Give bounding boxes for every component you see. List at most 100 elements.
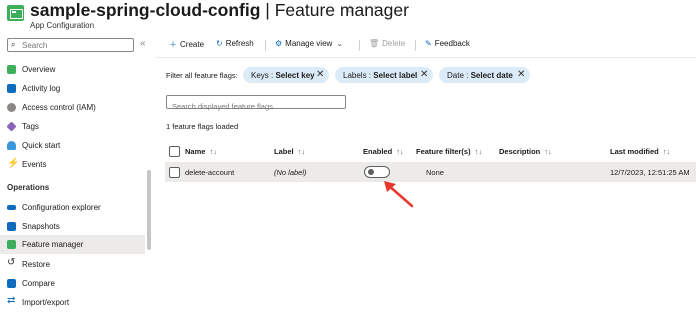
refresh-icon: ↻ [216,39,223,48]
sidebar-item-activity-log[interactable]: Activity log [0,79,145,98]
select-all-checkbox[interactable] [169,146,180,157]
column-header-name[interactable]: Name ↑↓ [185,147,217,156]
create-button[interactable]: ＋ Create [169,39,204,50]
title-separator: | [260,0,275,20]
filter-value: Select key [275,71,315,80]
sidebar-item-overview[interactable]: Overview [0,60,145,79]
lightning-icon: ⚡ [7,158,20,169]
star-outline-icon[interactable]: ☆ [345,3,355,16]
trash-icon: 🗑 [369,39,380,48]
row-checkbox[interactable] [169,167,180,178]
people-icon [7,103,16,112]
sort-icon[interactable]: ↑↓ [663,147,671,156]
sidebar-item-label: Activity log [22,84,61,93]
search-icon: ⌕ [11,40,16,49]
close-icon[interactable]: ✕ [420,69,428,80]
sidebar-item-configuration-explorer[interactable]: Configuration explorer [0,198,145,217]
feedback-button[interactable]: ✎ Feedback [425,39,470,48]
column-header-label[interactable]: Label ↑↓ [274,147,305,156]
sort-icon[interactable]: ↑↓ [298,147,306,156]
cell-label: (No label) [274,168,307,177]
filter-pill-keys[interactable]: Keys : Select key ✕ [243,67,329,83]
sidebar-item-label: Overview [22,65,56,74]
more-icon[interactable]: ··· [364,1,378,13]
column-header-feature-filters[interactable]: Feature filter(s) ↑↓ [416,147,482,156]
collapse-sidebar-icon[interactable]: « [140,38,146,49]
sidebar-item-label: Snapshots [22,222,60,231]
cloud-icon [7,141,16,150]
toolbar-divider [359,40,360,51]
sort-icon[interactable]: ↑↓ [396,147,404,156]
sidebar-item-label: Feature manager [22,240,84,249]
cell-last-modified: 12/7/2023, 12:51:25 AM [610,168,690,177]
sort-icon[interactable]: ↑↓ [475,147,483,156]
sidebar-item-label: Configuration explorer [22,203,101,212]
feature-manager-icon [7,240,16,249]
page-name: Feature manager [274,0,409,20]
sidebar-item-access-control[interactable]: Access control (IAM) [0,98,145,117]
column-header-enabled[interactable]: Enabled ↑↓ [363,147,404,156]
feature-flag-search[interactable] [166,95,346,113]
cell-feature-filters: None [426,168,444,177]
gear-icon: ⚙ [275,39,283,48]
sidebar-item-label: Tags [22,122,39,131]
close-icon[interactable]: ✕ [316,69,324,80]
feedback-icon: ✎ [425,39,432,48]
sidebar-item-label: Access control (IAM) [22,103,96,112]
filter-label: Filter all feature flags: [166,71,238,80]
sidebar-search-input[interactable] [22,39,132,51]
annotation-arrow [384,181,414,208]
sort-icon[interactable]: ↑↓ [544,147,552,156]
activity-log-icon [7,84,16,93]
command-bar: ＋ Create ↻ Refresh ⚙ Manage view ⌄ 🗑 Delete ✎… [163,36,696,54]
delete-label: Delete [382,39,406,48]
sidebar-item-feature-manager[interactable]: Feature manager [0,235,145,254]
sidebar-scrollbar[interactable] [147,170,151,250]
filter-pill-date[interactable]: Date : Select date ✕ [439,67,530,83]
sort-icon[interactable]: ↑↓ [209,147,217,156]
manage-view-button[interactable]: ⚙ Manage view ⌄ [275,39,343,48]
sidebar-item-snapshots[interactable]: Snapshots [0,217,145,236]
config-explorer-icon [7,205,16,210]
filter-key: Keys : [251,71,276,80]
refresh-button[interactable]: ↻ Refresh [216,39,254,48]
section-operations: Operations [7,183,50,192]
sidebar-item-compare[interactable]: Compare [0,274,145,293]
snapshot-icon [7,222,16,231]
sidebar-item-label: Events [22,160,47,169]
toolbar-divider-line [155,57,696,58]
close-icon[interactable]: ✕ [517,69,525,80]
cell-name[interactable]: delete-account [185,168,234,177]
sidebar-search[interactable]: ⌕ [7,38,134,52]
sidebar-item-restore[interactable]: ↺ Restore [0,255,145,274]
filter-value: Select date [470,71,513,80]
column-header-last-modified[interactable]: Last modified ↑↓ [610,147,670,156]
filter-pill-labels[interactable]: Labels : Select label ✕ [335,67,433,83]
plus-icon: ＋ [169,40,177,49]
chevron-down-icon: ⌄ [336,39,344,48]
compare-icon [7,279,16,288]
sidebar-item-tags[interactable]: Tags [0,117,145,136]
tag-icon [6,121,17,132]
sidebar-item-events[interactable]: ⚡ Events [0,155,145,174]
feature-flag-search-input[interactable] [167,100,345,113]
loaded-count-text: 1 feature flags loaded [166,122,239,131]
filter-key: Date : [447,71,471,80]
filter-key: Labels : [343,71,374,80]
page-header: sample-spring-cloud-config | Feature man… [0,0,696,34]
sidebar-item-label: Quick start [22,141,61,150]
column-header-description[interactable]: Description ↑↓ [499,147,552,156]
sidebar-item-import-export[interactable]: ⇄ Import/export [0,293,145,312]
enabled-toggle[interactable] [364,166,390,178]
app-configuration-icon [7,5,24,21]
column-label: Enabled [363,147,393,156]
sidebar-item-label: Import/export [22,298,70,307]
column-label: Name [185,147,206,156]
column-label: Label [274,147,294,156]
feedback-label: Feedback [434,39,470,48]
refresh-label: Refresh [225,39,254,48]
delete-button[interactable]: 🗑 Delete [369,39,405,48]
create-label: Create [180,40,205,49]
column-label: Description [499,147,541,156]
sidebar-item-quick-start[interactable]: Quick start [0,136,145,155]
